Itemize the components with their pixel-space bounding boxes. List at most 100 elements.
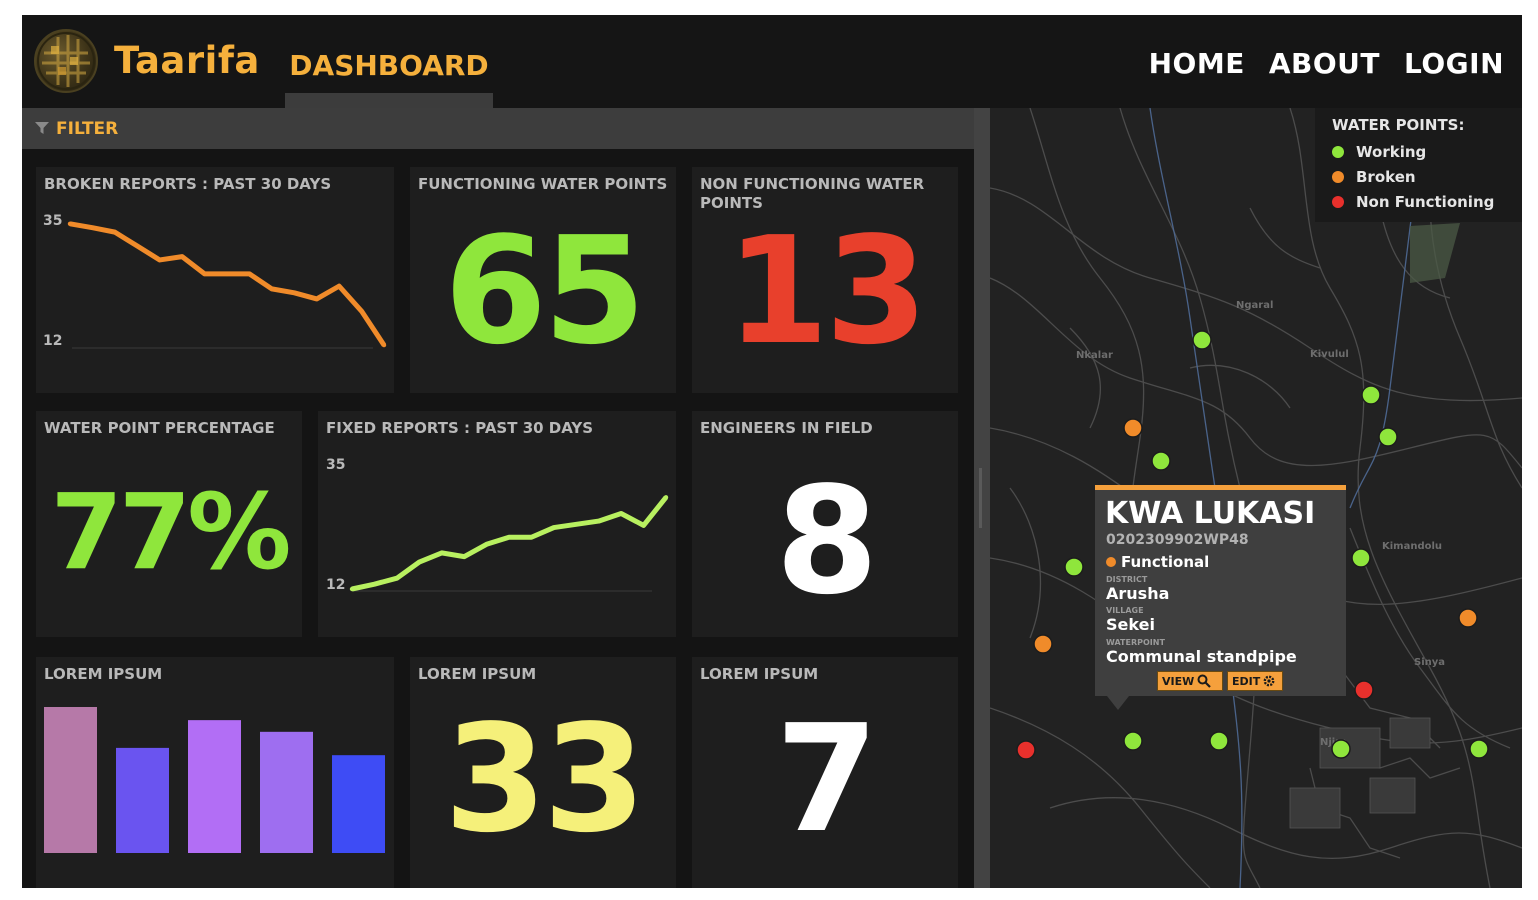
tab-dashboard[interactable]: DASHBOARD — [285, 15, 493, 108]
fixed-reports-line — [351, 495, 668, 592]
engineers-count: 8 — [775, 455, 879, 627]
tile-functioning: FUNCTIONING WATER POINTS 65 — [410, 167, 676, 393]
map-marker-working[interactable] — [1469, 739, 1489, 759]
popup-view-button[interactable]: VIEW — [1157, 671, 1223, 691]
fixed-reports-point-11 — [574, 522, 579, 527]
popup-waterpoint: Communal standpipe — [1106, 647, 1297, 666]
broken-reports-point-10 — [269, 286, 275, 292]
fixed-reports-line-chart — [349, 495, 669, 592]
broken-reports-line-chart — [67, 221, 387, 349]
broken-reports-point-6 — [179, 254, 185, 259]
lorem-bar-chart — [44, 707, 385, 853]
broken-reports-point-5 — [157, 257, 162, 263]
map-marker-working[interactable] — [1209, 731, 1229, 751]
map-marker-working[interactable] — [1331, 739, 1351, 759]
fixed-reports-point-10 — [551, 525, 557, 530]
map-park-area — [1410, 223, 1460, 283]
tile-title: LOREM IPSUM — [418, 665, 537, 683]
tile-title: LOREM IPSUM — [700, 665, 819, 683]
search-icon — [1197, 674, 1212, 688]
place-label: Sinya — [1414, 657, 1445, 668]
map-marker-working[interactable] — [1351, 548, 1371, 568]
brand-name[interactable]: Taarifa — [114, 39, 260, 82]
water-points-map[interactable]: Ngaral Nkalar Kivulul Kimandolu Sinya Njiro W… — [990, 108, 1522, 888]
popup-status-label: Functional — [1121, 553, 1210, 571]
tab-dashboard-label: DASHBOARD — [289, 49, 489, 82]
broken-reports-point-7 — [202, 271, 207, 277]
popup-village-caption: VILLAGE — [1106, 606, 1144, 615]
bar-4 — [260, 731, 313, 853]
app-window: Taarifa DASHBOARD HOME ABOUT LOGIN FILTE… — [22, 15, 1522, 888]
fixed-reports-point-13 — [618, 511, 624, 516]
filter-bar[interactable]: FILTER — [22, 108, 974, 149]
legend-item-non-functioning: Non Functioning — [1332, 192, 1494, 212]
map-marker-working[interactable] — [1151, 451, 1171, 471]
legend-dot-non-functioning — [1332, 196, 1344, 208]
lorem-a-value: 33 — [444, 693, 646, 865]
legend-dot-working — [1332, 146, 1344, 158]
panel-resize-handle[interactable] — [974, 108, 990, 888]
tile-lorem-a: LOREM IPSUM 33 — [410, 657, 676, 888]
fixed-reports-point-6 — [461, 554, 467, 559]
popup-edit-button[interactable]: EDIT — [1227, 671, 1283, 691]
fixed-reports-point-5 — [439, 550, 444, 556]
broken-reports-point-11 — [292, 290, 297, 295]
popup-village: Sekei — [1106, 615, 1155, 634]
place-label: Ngaral — [1236, 300, 1273, 311]
legend-label: Working — [1356, 143, 1427, 161]
nav-login-link[interactable]: LOGIN — [1404, 47, 1504, 80]
map-marker-working[interactable] — [1123, 731, 1143, 751]
map-marker-working[interactable] — [1378, 427, 1398, 447]
filter-icon — [35, 122, 49, 134]
filter-label: FILTER — [56, 119, 119, 139]
nav-about-link[interactable]: ABOUT — [1269, 47, 1380, 80]
fixed-reports-point-8 — [506, 535, 512, 540]
fixed-reports-point-3 — [394, 576, 400, 581]
water-point-popup: KWA LUKASI 0202309902WP48 Functional DIS… — [1095, 485, 1346, 696]
tile-broken-reports: BROKEN REPORTS : PAST 30 DAYS 35 12 — [36, 167, 394, 393]
broken-reports-point-2 — [90, 225, 95, 230]
nav-home-link[interactable]: HOME — [1149, 47, 1245, 80]
fixed-reports-point-1 — [349, 586, 355, 592]
map-marker-working[interactable] — [1192, 330, 1212, 350]
place-label: Kivulul — [1310, 349, 1349, 360]
legend-dot-broken — [1332, 171, 1344, 183]
broken-reports-point-15 — [381, 342, 387, 348]
map-marker-broken[interactable] — [1458, 608, 1478, 628]
broken-reports-point-8 — [224, 271, 230, 277]
map-marker-broken[interactable] — [1033, 634, 1053, 654]
gear-icon — [1263, 675, 1275, 687]
fixed-reports-point-12 — [596, 518, 601, 524]
map-marker-working[interactable] — [1361, 385, 1381, 405]
non-functioning-count: 13 — [726, 205, 928, 377]
broken-reports-point-1 — [67, 221, 73, 226]
nav-links: HOME ABOUT LOGIN — [1149, 47, 1504, 80]
tile-percentage: WATER POINT PERCENTAGE 77% — [36, 411, 302, 637]
tile-title: WATER POINT PERCENTAGE — [44, 419, 275, 437]
tile-lorem-bars: LOREM IPSUM — [36, 657, 394, 888]
popup-title: KWA LUKASI — [1105, 496, 1316, 531]
view-button-label: VIEW — [1162, 674, 1195, 688]
legend-item-working: Working — [1332, 142, 1426, 162]
bar-1 — [44, 707, 97, 853]
broken-reports-point-9 — [247, 271, 252, 277]
broken-reports-point-12 — [314, 296, 319, 302]
map-marker-broken[interactable] — [1123, 418, 1143, 438]
map-marker-non-functioning[interactable] — [1354, 680, 1374, 700]
legend-item-broken: Broken — [1332, 167, 1416, 187]
taarifa-logo[interactable] — [34, 29, 98, 93]
percentage-value: 77% — [50, 471, 292, 593]
place-label: Kimandolu — [1382, 541, 1442, 552]
map-marker-working[interactable] — [1064, 557, 1084, 577]
functioning-count: 65 — [444, 205, 646, 377]
tile-non-functioning: NON FUNCTIONING WATER POINTS 13 — [692, 167, 958, 393]
broken-reports-point-3 — [112, 229, 118, 235]
fixed-reports-point-15 — [663, 495, 669, 500]
popup-district-caption: DISTRICT — [1106, 575, 1148, 584]
broken-reports-point-4 — [135, 243, 140, 249]
popup-district: Arusha — [1106, 584, 1170, 603]
place-label: Nkalar — [1076, 350, 1113, 361]
tile-fixed-reports: FIXED REPORTS : PAST 30 DAYS 35 12 — [318, 411, 676, 637]
fixed-reports-point-14 — [641, 523, 646, 528]
map-marker-non-functioning[interactable] — [1016, 740, 1036, 760]
